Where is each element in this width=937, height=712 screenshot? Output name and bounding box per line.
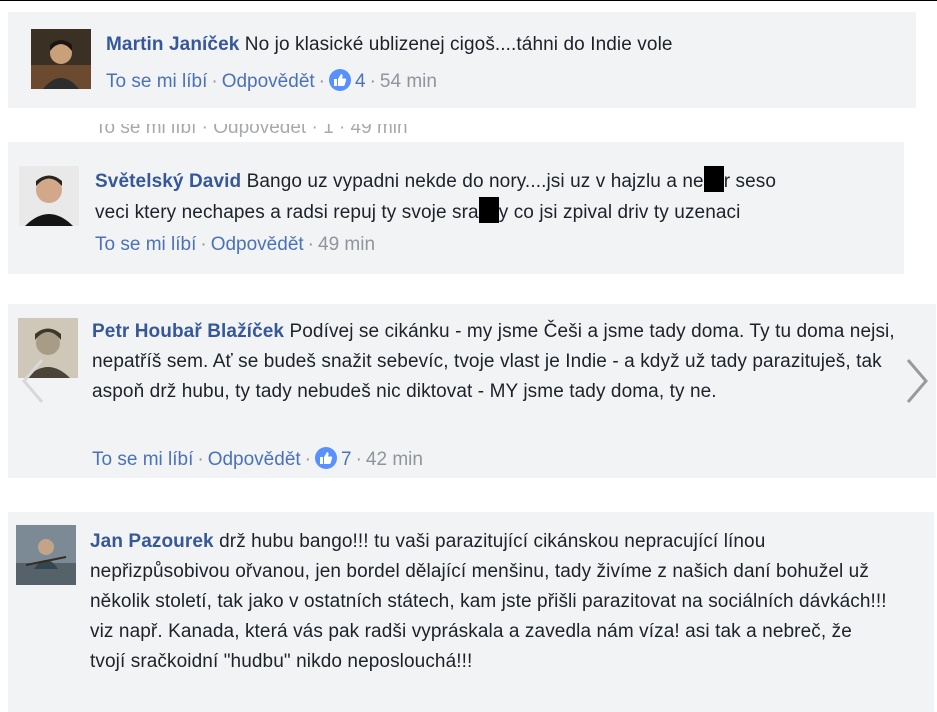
chevron-right-icon[interactable] xyxy=(900,356,934,406)
comment-3: Petr Houbař Blažíček Podívej se cikánku … xyxy=(8,304,936,478)
comment-actions: To se mi líbí · Odpovědět · 7 · 42 min xyxy=(92,447,423,470)
author-name[interactable]: Jan Pazourek xyxy=(90,531,214,552)
comment-actions: To se mi líbí · Odpovědět · 49 min xyxy=(95,234,376,255)
comment-1: Martin Janíček No jo klasické ublizenej … xyxy=(8,12,916,108)
author-name[interactable]: Světelský David xyxy=(95,171,241,192)
comment-actions: To se mi líbí · Odpovědět · 4 · 54 min xyxy=(106,69,437,92)
reply-button[interactable]: Odpovědět xyxy=(211,234,304,255)
like-button[interactable]: To se mi líbí xyxy=(95,234,196,255)
comment-text: No jo klasické ublizenej cigoš....táhni … xyxy=(244,34,673,55)
timestamp[interactable]: 54 min xyxy=(380,71,437,92)
reply-button[interactable]: Odpovědět xyxy=(222,71,315,92)
avatar-image xyxy=(31,29,91,89)
avatar-image xyxy=(16,525,76,585)
comment-body: Světelský David Bango uz vypadni nekde d… xyxy=(95,166,895,228)
reaction-count[interactable]: 4 xyxy=(355,71,366,92)
author-name[interactable]: Martin Janíček xyxy=(106,34,239,55)
comment-body: Petr Houbař Blažíček Podívej se cikánku … xyxy=(92,317,912,407)
avatar[interactable] xyxy=(31,29,91,89)
timestamp[interactable]: 49 min xyxy=(318,234,375,255)
cropped-actions-row: To se mi líbí · Odpovědět · 1 · 49 min xyxy=(95,124,408,138)
reaction-count[interactable]: 7 xyxy=(341,449,352,470)
author-name[interactable]: Petr Houbař Blažíček xyxy=(92,321,284,342)
comment-body: Martin Janíček No jo klasické ublizenej … xyxy=(106,30,896,60)
top-border xyxy=(0,0,937,1)
like-icon[interactable] xyxy=(315,447,337,469)
censor-block xyxy=(478,197,499,223)
like-button[interactable]: To se mi líbí xyxy=(106,71,207,92)
comment-text: drž hubu bango!!! tu vaši parazitující c… xyxy=(90,531,887,672)
timestamp[interactable]: 42 min xyxy=(366,449,423,470)
avatar[interactable] xyxy=(19,166,79,226)
comment-4: Jan Pazourek drž hubu bango!!! tu vaši p… xyxy=(8,512,934,712)
chevron-left-icon[interactable] xyxy=(16,356,50,406)
comment-2: Světelský David Bango uz vypadni nekde d… xyxy=(8,142,904,274)
reply-button[interactable]: Odpovědět xyxy=(208,449,301,470)
like-button[interactable]: To se mi líbí xyxy=(92,449,193,470)
avatar-image xyxy=(19,166,79,226)
comment-text: Bango uz vypadni nekde do nory....jsi uz… xyxy=(246,171,704,192)
comment-body: Jan Pazourek drž hubu bango!!! tu vaši p… xyxy=(90,527,890,677)
like-icon[interactable] xyxy=(329,69,351,91)
censor-block xyxy=(703,166,724,192)
avatar[interactable] xyxy=(16,525,76,585)
